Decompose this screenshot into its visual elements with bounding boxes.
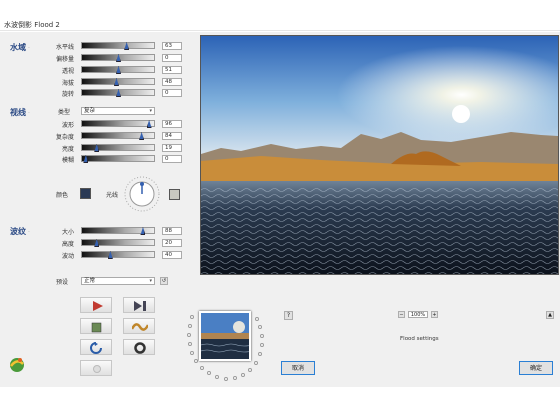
expand-button[interactable]: ▲ <box>546 311 554 319</box>
circle-icon <box>93 365 101 373</box>
waves-value-0[interactable]: 96 <box>162 120 182 128</box>
slider-thumb[interactable] <box>94 239 100 247</box>
slider-thumb[interactable] <box>116 66 121 74</box>
water-slider-0[interactable] <box>81 42 155 50</box>
slider-thumb[interactable] <box>113 78 119 86</box>
preview-canvas[interactable] <box>200 35 559 275</box>
water-value-1[interactable]: 0 <box>162 54 182 62</box>
ripples-value-0[interactable]: 88 <box>162 227 182 235</box>
app-logo-icon <box>10 358 24 372</box>
status-text: Flood settings <box>400 336 439 342</box>
landscape-preview-image <box>201 36 558 274</box>
water-label-3: 海拔 <box>61 80 74 87</box>
waves-label-1: 复杂度 <box>55 134 74 141</box>
effect-button-1[interactable] <box>80 297 112 313</box>
waves-label-3: 模糊 <box>61 157 74 164</box>
zoom-out-button[interactable]: − <box>398 311 405 318</box>
cube-icon <box>91 322 102 333</box>
zoom-in-button[interactable]: + <box>431 311 438 318</box>
play-icon <box>93 301 103 311</box>
chevron-down-icon: ▾ <box>149 278 152 284</box>
waves-value-1[interactable]: 84 <box>162 132 182 140</box>
undo-icon <box>90 342 102 354</box>
water-label-1: 偏移量 <box>55 56 74 63</box>
waves-label-2: 亮度 <box>61 146 74 153</box>
window-title: 水波倒影 Flood 2 <box>4 21 60 29</box>
window-bottom-edge <box>0 387 560 390</box>
zoom-value[interactable]: 100% <box>408 311 428 318</box>
forward-icon <box>134 301 146 311</box>
color-label: 颜色 <box>55 192 68 199</box>
type-label: 类型 <box>57 109 70 116</box>
effect-button-4[interactable] <box>123 318 155 334</box>
ripples-label-0: 大小 <box>61 229 74 236</box>
ripples-slider-0[interactable] <box>81 227 155 235</box>
preset-label: 预设 <box>55 279 68 286</box>
slider-thumb[interactable] <box>83 155 89 163</box>
flood-window: 水波倒影 Flood 2 水域 · 水平线 63 偏移量 0 透视 51 海拔 4… <box>0 0 560 401</box>
ripples-value-2[interactable]: 40 <box>162 251 182 259</box>
waves-heading: 视线 · <box>10 108 30 117</box>
preset-select[interactable]: 正常 ▾ <box>81 277 155 285</box>
light-color-swatch[interactable] <box>169 189 180 200</box>
water-label-4: 旋转 <box>61 91 74 98</box>
waves-slider-2[interactable] <box>81 144 155 152</box>
ripples-label-1: 高度 <box>61 241 74 248</box>
waves-label-0: 波形 <box>61 122 74 129</box>
water-value-3[interactable]: 48 <box>162 78 182 86</box>
ripples-value-1[interactable]: 20 <box>162 239 182 247</box>
thumbnail-preview[interactable] <box>199 311 251 361</box>
slider-thumb[interactable] <box>94 144 100 152</box>
water-value-4[interactable]: 0 <box>162 89 182 97</box>
waves-value-2[interactable]: 19 <box>162 144 182 152</box>
ring-icon <box>134 342 146 354</box>
ripples-label-2: 波动 <box>61 253 74 260</box>
water-slider-4[interactable] <box>81 89 155 97</box>
waves-value-3[interactable]: 0 <box>162 155 182 163</box>
cancel-button[interactable]: 取消 <box>281 361 315 375</box>
water-value-0[interactable]: 63 <box>162 42 182 50</box>
effect-button-7[interactable] <box>80 360 112 376</box>
slider-thumb[interactable] <box>124 42 130 50</box>
light-label: 光线 <box>105 192 118 199</box>
water-slider-2[interactable] <box>81 66 155 74</box>
ripples-slider-1[interactable] <box>81 239 155 247</box>
water-value-2[interactable]: 51 <box>162 66 182 74</box>
effect-button-6[interactable] <box>123 339 155 355</box>
effect-button-2[interactable] <box>123 297 155 313</box>
ok-button[interactable]: 确定 <box>519 361 553 375</box>
water-slider-1[interactable] <box>81 54 155 62</box>
wave-icon <box>132 323 148 331</box>
help-button[interactable]: ? <box>284 311 293 320</box>
slider-thumb[interactable] <box>116 89 121 97</box>
water-label-0: 水平线 <box>55 44 74 51</box>
slider-thumb[interactable] <box>146 120 152 128</box>
waves-slider-3[interactable] <box>81 155 155 163</box>
water-slider-3[interactable] <box>81 78 155 86</box>
slider-thumb[interactable] <box>139 132 145 140</box>
slider-thumb[interactable] <box>107 251 113 259</box>
slider-thumb[interactable] <box>116 54 121 62</box>
waves-slider-0[interactable] <box>81 120 155 128</box>
type-select[interactable]: 复杂 ▾ <box>81 107 155 115</box>
effect-button-3[interactable] <box>80 318 112 334</box>
water-heading: 水域 · <box>10 43 30 52</box>
effect-button-5[interactable] <box>80 339 112 355</box>
title-bar: 水波倒影 Flood 2 <box>0 17 560 31</box>
light-direction-dial[interactable] <box>122 174 162 214</box>
preset-reset-button[interactable]: ↺ <box>160 277 168 285</box>
waves-slider-1[interactable] <box>81 132 155 140</box>
chevron-down-icon: ▾ <box>149 108 152 114</box>
water-label-2: 透视 <box>61 68 74 75</box>
ripples-heading: 波纹 · <box>10 227 30 236</box>
slider-thumb[interactable] <box>140 227 146 235</box>
ripples-slider-2[interactable] <box>81 251 155 259</box>
thumbnail-image <box>201 313 249 359</box>
